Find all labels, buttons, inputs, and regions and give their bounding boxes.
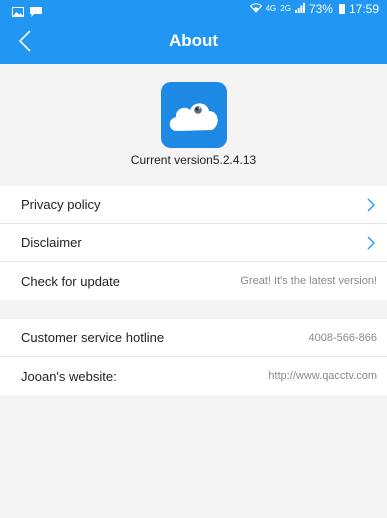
website-label: Jooan's website: (21, 368, 117, 384)
app-logo (161, 82, 227, 148)
contact-list: Customer service hotline 4008-566-866 Jo… (0, 319, 387, 395)
cloud-camera-logo-icon (161, 82, 227, 148)
network-type-secondary: 2G (280, 4, 291, 13)
status-time: 17:59 (348, 2, 379, 16)
message-icon (30, 4, 42, 17)
app-header: About (0, 18, 387, 64)
network-type: 4G (265, 4, 277, 13)
chevron-right-icon (367, 236, 375, 249)
disclaimer-label: Disclaimer (21, 235, 82, 250)
wifi-icon (249, 0, 262, 18)
status-bar: 4G 2G 73% 17:59 (0, 0, 387, 18)
chevron-right-icon (367, 198, 375, 211)
signal-icon (294, 0, 305, 18)
about-options-list: Privacy policy Disclaimer Check for upda… (0, 186, 387, 300)
check-for-update-label: Check for update (21, 273, 121, 289)
customer-hotline-value: 4008-566-866 (308, 331, 377, 344)
website-row[interactable]: Jooan's website: http://www.qacctv.com (0, 357, 387, 395)
update-status: Great! It's the latest version! (240, 275, 377, 287)
page-title: About (168, 31, 219, 50)
current-version: Current version5.2.4.13 (130, 153, 257, 167)
check-for-update-row[interactable]: Check for update Great! It's the latest … (0, 262, 387, 300)
battery-percent: 73% (308, 2, 333, 16)
about-screen: 4G 2G 73% 17:59 About Current version5.2… (0, 0, 387, 518)
status-left (12, 4, 42, 17)
image-icon (12, 4, 24, 17)
website-value: http://www.qacctv.com (268, 370, 377, 382)
privacy-policy-label: Privacy policy (21, 197, 101, 212)
privacy-policy-row[interactable]: Privacy policy (0, 186, 387, 224)
battery-icon (338, 4, 345, 14)
customer-hotline-label: Customer service hotline (21, 330, 165, 345)
disclaimer-row[interactable]: Disclaimer (0, 224, 387, 262)
customer-hotline-row[interactable]: Customer service hotline 4008-566-866 (0, 319, 387, 357)
status-right: 4G 2G 73% 17:59 (249, 0, 379, 18)
